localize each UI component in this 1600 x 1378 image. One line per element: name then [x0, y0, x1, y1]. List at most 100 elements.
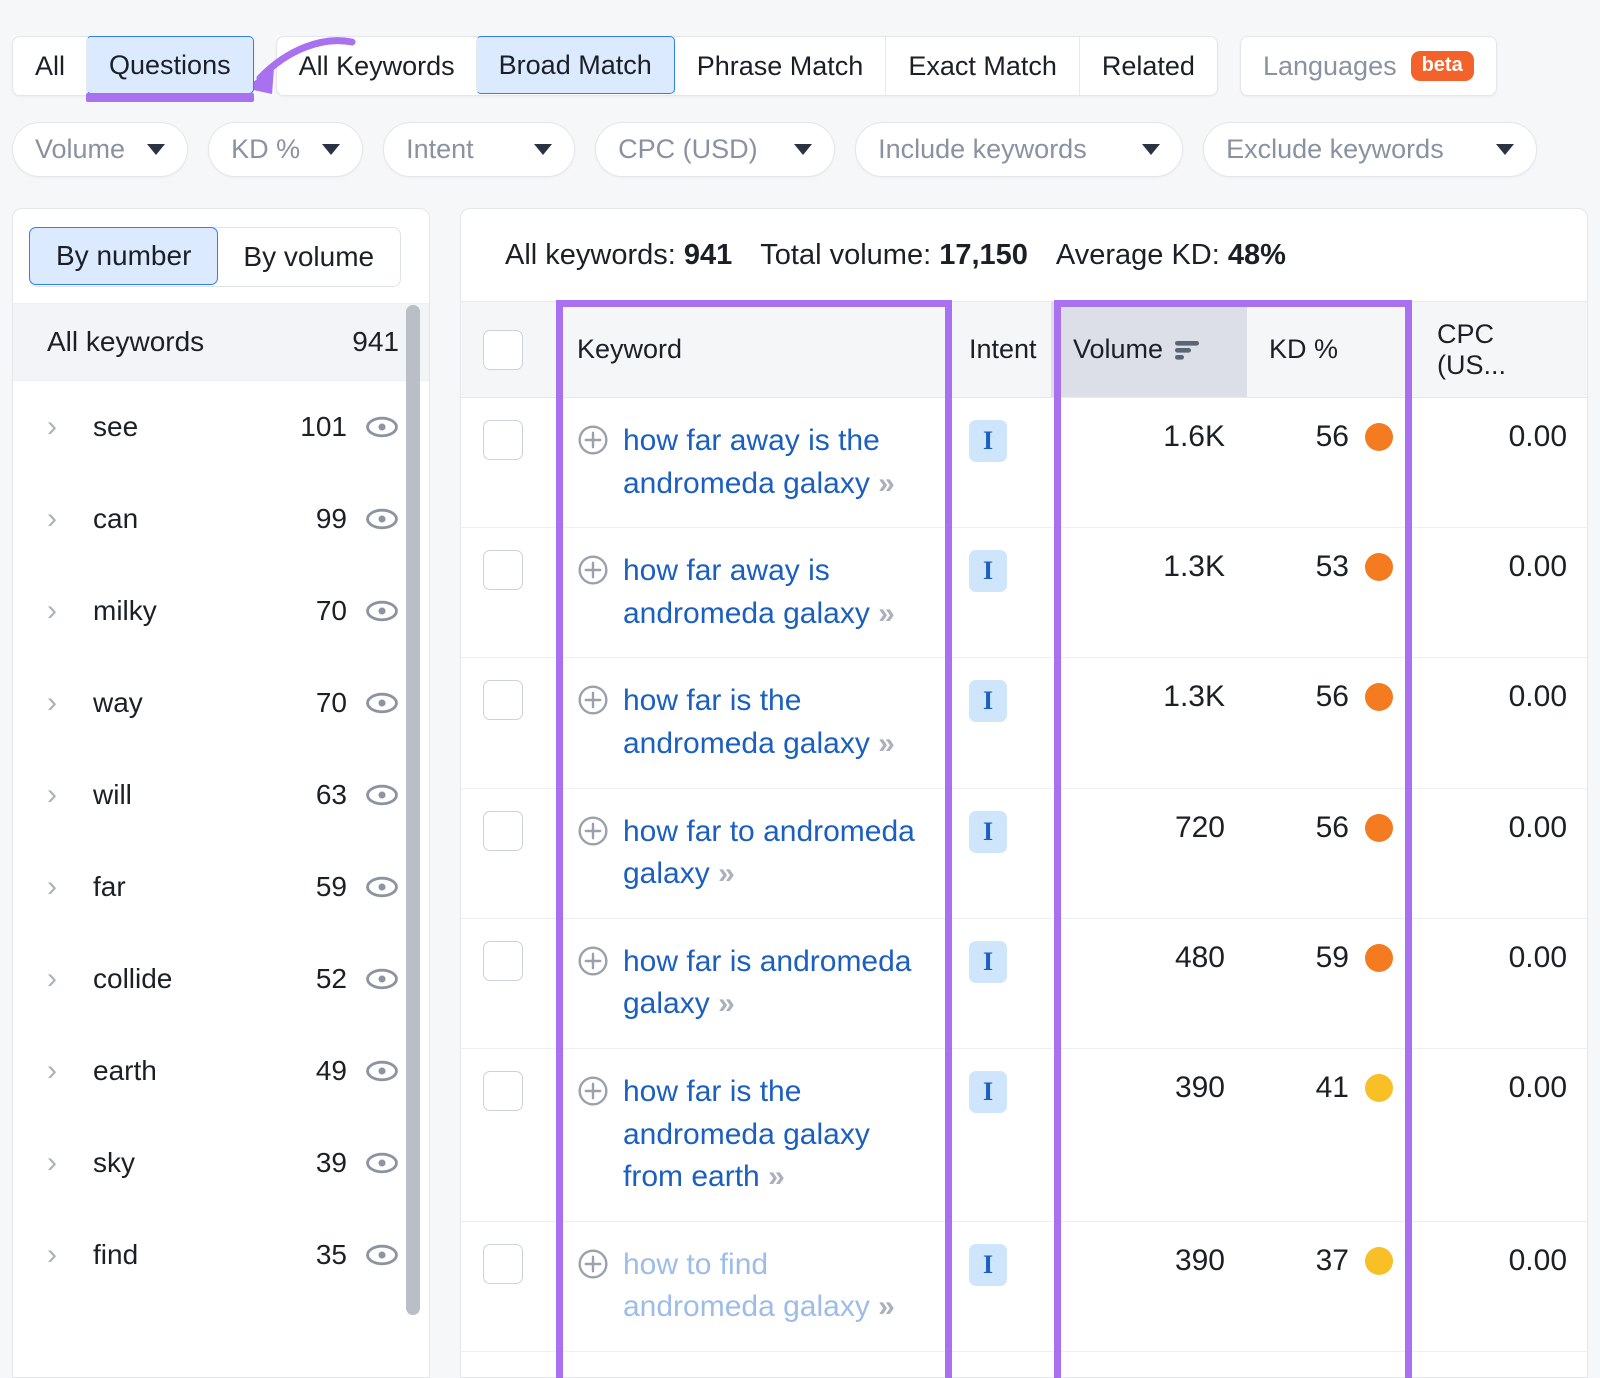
sidebar-group-row[interactable]: ›sky39 [13, 1117, 429, 1209]
cell-keyword[interactable]: how far away is the andromeda galaxy » [555, 398, 947, 528]
cell-keyword[interactable]: how far is the andromeda galaxy from ear… [555, 1048, 947, 1221]
table-row[interactable]: how far away is andromeda galaxy » I1.3K… [461, 528, 1588, 658]
cell-select[interactable] [461, 1048, 555, 1221]
add-keyword-icon[interactable] [577, 815, 609, 847]
sidebar-group-row[interactable]: ›can99 [13, 473, 429, 565]
cell-select[interactable] [461, 918, 555, 1048]
eye-icon[interactable] [365, 1054, 399, 1088]
eye-icon[interactable] [365, 410, 399, 444]
header-keyword[interactable]: Keyword [555, 302, 947, 398]
table-row[interactable]: how far is the andromeda galaxy » I1.3K … [461, 658, 1588, 788]
double-chevron-icon[interactable]: » [878, 727, 893, 760]
eye-icon[interactable] [365, 778, 399, 812]
double-chevron-icon[interactable]: » [878, 597, 893, 630]
eye-icon[interactable] [365, 686, 399, 720]
add-keyword-icon[interactable] [577, 424, 609, 456]
sidebar-group-row[interactable]: ›earth49 [13, 1025, 429, 1117]
add-keyword-icon[interactable] [577, 1248, 609, 1280]
chevron-right-icon[interactable]: › [47, 504, 75, 534]
filter-volume[interactable]: Volume [12, 122, 188, 177]
double-chevron-icon[interactable]: » [878, 467, 893, 500]
table-row[interactable]: how far is the andromeda galaxy from ear… [461, 1048, 1588, 1221]
row-checkbox[interactable] [483, 550, 523, 590]
keyword-link[interactable]: how to find andromeda galaxy [623, 1248, 870, 1324]
row-checkbox[interactable] [483, 420, 523, 460]
row-checkbox[interactable] [483, 811, 523, 851]
filter-cpc[interactable]: CPC (USD) [595, 122, 835, 177]
sidebar-all-keywords-row[interactable]: All keywords 941 [13, 303, 429, 381]
cell-select[interactable] [461, 658, 555, 788]
eye-icon[interactable] [365, 1238, 399, 1272]
sidebar-group-row[interactable]: ›far59 [13, 841, 429, 933]
table-row[interactable]: how far is andromeda galaxy » I480 59 0.… [461, 918, 1588, 1048]
sidebar-group-row[interactable]: ›way70 [13, 657, 429, 749]
cell-keyword[interactable]: how far is andromeda galaxy » [555, 918, 947, 1048]
row-checkbox[interactable] [483, 680, 523, 720]
cell-select[interactable] [461, 1221, 555, 1351]
segment-by-number[interactable]: By number [29, 227, 218, 285]
add-keyword-icon[interactable] [577, 1075, 609, 1107]
chevron-right-icon[interactable]: › [47, 596, 75, 626]
tab-phrase-match[interactable]: Phrase Match [674, 37, 886, 95]
tab-broad-match[interactable]: Broad Match [476, 36, 675, 94]
row-checkbox[interactable] [483, 941, 523, 981]
segment-by-volume[interactable]: By volume [217, 228, 400, 286]
tab-exact-match[interactable]: Exact Match [885, 37, 1079, 95]
tab-all-keywords[interactable]: All Keywords [277, 37, 477, 95]
chevron-right-icon[interactable]: › [47, 1240, 75, 1270]
keyword-link[interactable]: how far is the andromeda galaxy from ear… [623, 1075, 870, 1193]
cell-keyword[interactable]: how far is the andromeda galaxy » [555, 658, 947, 788]
table-row[interactable]: how to find andromeda galaxy » I390 37 0… [461, 1221, 1588, 1351]
header-cpc[interactable]: CPC (US... [1415, 302, 1588, 398]
sidebar-scrollbar[interactable] [406, 305, 420, 1315]
row-checkbox[interactable] [483, 1071, 523, 1111]
sidebar-group-row[interactable]: ›see101 [13, 381, 429, 473]
tab-all[interactable]: All [13, 37, 87, 95]
table-row[interactable]: how far away is the andromeda galaxy » I… [461, 398, 1588, 528]
keyword-link[interactable]: how far away is the andromeda galaxy [623, 424, 880, 500]
cell-keyword[interactable]: how to find andromeda galaxy » [555, 1221, 947, 1351]
add-keyword-icon[interactable] [577, 554, 609, 586]
eye-icon[interactable] [365, 502, 399, 536]
double-chevron-icon[interactable]: » [718, 987, 733, 1020]
chevron-right-icon[interactable]: › [47, 872, 75, 902]
chevron-right-icon[interactable]: › [47, 964, 75, 994]
tab-languages[interactable]: Languages beta [1241, 37, 1496, 95]
eye-icon[interactable] [365, 594, 399, 628]
select-all-checkbox[interactable] [483, 330, 523, 370]
filter-exclude-keywords[interactable]: Exclude keywords [1203, 122, 1537, 177]
header-intent[interactable]: Intent [947, 302, 1051, 398]
cell-select[interactable] [461, 528, 555, 658]
chevron-right-icon[interactable]: › [47, 1148, 75, 1178]
chevron-right-icon[interactable]: › [47, 688, 75, 718]
keyword-link[interactable]: how far is andromeda galaxy [623, 945, 912, 1021]
sidebar-group-row[interactable]: ›collide52 [13, 933, 429, 1025]
sidebar-group-row[interactable]: ›will63 [13, 749, 429, 841]
eye-icon[interactable] [365, 870, 399, 904]
cell-select[interactable] [461, 398, 555, 528]
header-kd[interactable]: KD % [1247, 302, 1415, 398]
filter-kd[interactable]: KD % [208, 122, 363, 177]
chevron-right-icon[interactable]: › [47, 780, 75, 810]
cell-keyword[interactable]: how far away is andromeda galaxy » [555, 528, 947, 658]
tab-questions[interactable]: Questions [86, 36, 254, 94]
sidebar-group-row[interactable]: ›milky70 [13, 565, 429, 657]
double-chevron-icon[interactable]: » [718, 857, 733, 890]
row-checkbox[interactable] [483, 1244, 523, 1284]
header-select-all[interactable] [461, 302, 555, 398]
filter-include-keywords[interactable]: Include keywords [855, 122, 1183, 177]
table-row[interactable]: how far to andromeda galaxy » I720 56 0.… [461, 788, 1588, 918]
keyword-link[interactable]: how far to andromeda galaxy [623, 815, 915, 891]
sidebar-group-row[interactable]: ›find35 [13, 1209, 429, 1301]
double-chevron-icon[interactable]: » [878, 1290, 893, 1323]
keyword-link[interactable]: how far is the andromeda galaxy [623, 684, 870, 760]
add-keyword-icon[interactable] [577, 945, 609, 977]
eye-icon[interactable] [365, 1146, 399, 1180]
header-volume[interactable]: Volume [1051, 302, 1247, 398]
chevron-right-icon[interactable]: › [47, 412, 75, 442]
filter-intent[interactable]: Intent [383, 122, 575, 177]
chevron-right-icon[interactable]: › [47, 1056, 75, 1086]
eye-icon[interactable] [365, 962, 399, 996]
cell-select[interactable] [461, 788, 555, 918]
double-chevron-icon[interactable]: » [768, 1160, 783, 1193]
